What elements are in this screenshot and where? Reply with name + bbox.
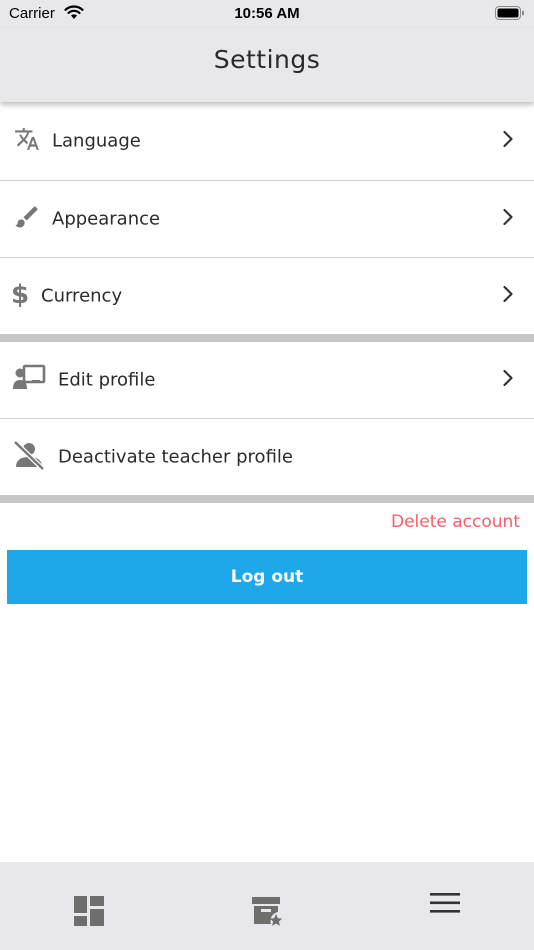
settings-row-label: Edit profile [58, 369, 156, 391]
person-off-icon [12, 440, 46, 474]
chevron-right-icon [502, 208, 514, 230]
archive-star-icon [251, 896, 285, 932]
battery-icon [495, 6, 525, 26]
settings-row-appearance[interactable]: Appearance [0, 181, 534, 258]
delete-account-link[interactable]: Delete account [391, 512, 520, 532]
paintbrush-icon [13, 203, 41, 235]
tab-archive[interactable] [178, 862, 356, 950]
tab-menu[interactable] [356, 862, 534, 950]
settings-row-label: Appearance [52, 208, 161, 230]
dashboard-icon [74, 896, 104, 930]
settings-row-language[interactable]: Language [0, 102, 534, 181]
settings-row-edit-profile[interactable]: Edit profile [0, 342, 534, 419]
settings-row-currency[interactable]: $ Currency [0, 258, 534, 334]
settings-row-label: Currency [41, 285, 123, 307]
status-time: 10:56 AM [234, 5, 300, 22]
translate-icon [14, 126, 40, 156]
section-separator [0, 334, 534, 342]
logout-button[interactable]: Log out [7, 550, 527, 604]
settings-row-label: Language [52, 130, 141, 152]
section-separator [0, 495, 534, 503]
nav-bar: Settings [0, 28, 534, 102]
chevron-right-icon [502, 130, 514, 152]
page-title: Settings [213, 45, 321, 74]
settings-row-deactivate-teacher-profile[interactable]: Deactivate teacher profile [0, 419, 534, 495]
tab-bar [0, 862, 534, 950]
dollar-icon: $ [11, 280, 29, 312]
svg-text:$: $ [11, 280, 29, 308]
status-bar: Carrier 10:56 AM [0, 0, 534, 28]
teacher-board-icon [12, 364, 46, 396]
chevron-right-icon [502, 369, 514, 391]
tab-dashboard[interactable] [0, 862, 178, 950]
chevron-right-icon [502, 285, 514, 307]
menu-icon [429, 892, 461, 918]
settings-row-label: Deactivate teacher profile [58, 446, 293, 468]
